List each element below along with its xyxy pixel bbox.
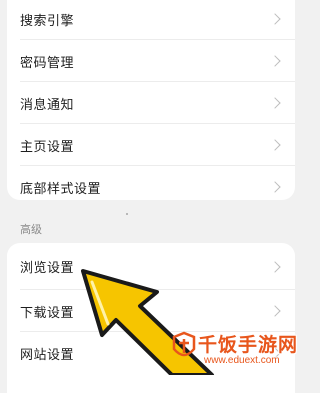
settings-row-search-engine[interactable]: 搜索引擎 — [7, 0, 295, 40]
chevron-right-icon — [269, 13, 281, 25]
settings-row-label: 网站设置 — [20, 347, 75, 363]
settings-row-label: 底部样式设置 — [20, 181, 102, 197]
advanced-section-header: 高级 — [20, 223, 42, 236]
settings-row-browsing[interactable]: 浏览设置 — [7, 243, 295, 290]
chevron-right-icon — [269, 139, 281, 151]
settings-row-download[interactable]: 下载设置 — [7, 290, 295, 332]
chevron-right-icon — [269, 305, 281, 317]
settings-row-password-manager[interactable]: 密码管理 — [7, 40, 295, 82]
chevron-right-icon — [269, 55, 281, 67]
general-settings-card: 搜索引擎 密码管理 消息通知 主页设置 底部样式设置 — [7, 0, 295, 200]
chevron-right-icon — [269, 97, 281, 109]
stray-dot — [126, 213, 128, 215]
settings-row-label: 主页设置 — [20, 139, 75, 155]
settings-row-label: 搜索引擎 — [20, 13, 75, 29]
watermark-title: 千饭手游网 — [198, 334, 299, 356]
watermark-url: www.eduext.com — [204, 355, 280, 366]
chevron-right-icon — [269, 260, 281, 273]
watermark: 千饭手游网 www.eduext.com — [168, 327, 298, 373]
settings-row-notifications[interactable]: 消息通知 — [7, 82, 295, 124]
settings-row-label: 下载设置 — [20, 305, 75, 321]
settings-row-bottom-style[interactable]: 底部样式设置 — [7, 166, 295, 200]
settings-row-label: 浏览设置 — [20, 261, 75, 276]
settings-row-label: 密码管理 — [20, 55, 75, 71]
chevron-right-icon — [269, 181, 281, 193]
watermark-logo-icon — [172, 331, 196, 357]
settings-row-homepage[interactable]: 主页设置 — [7, 124, 295, 166]
settings-row-label: 消息通知 — [20, 97, 75, 113]
